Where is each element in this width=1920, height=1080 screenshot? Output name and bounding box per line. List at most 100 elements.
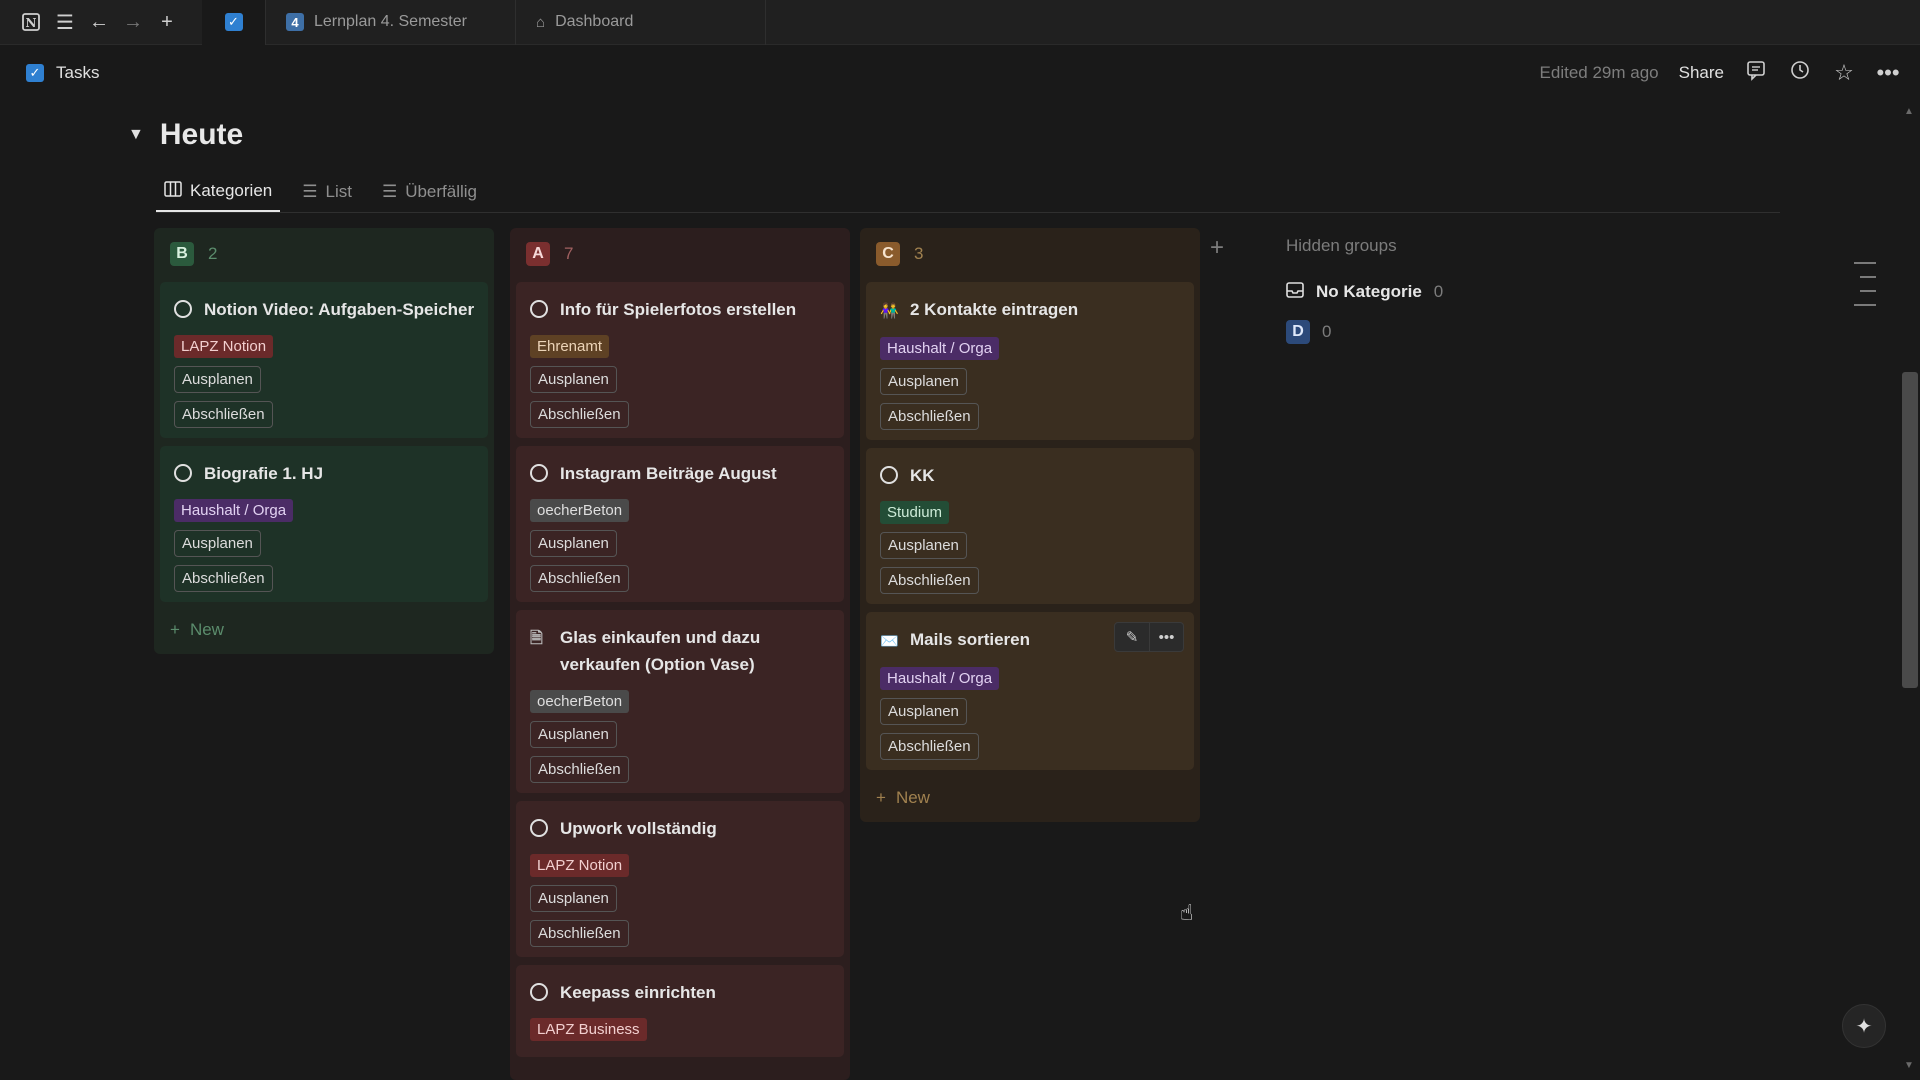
task-card[interactable]: Notion Video: Aufgaben-Speicher LAPZ Not… xyxy=(160,282,488,438)
new-card-button[interactable]: + New xyxy=(866,784,1194,812)
abschliessen-button[interactable]: Abschließen xyxy=(530,756,629,783)
group-badge: D xyxy=(1286,320,1310,344)
view-tabs: Kategorien ☰ List ☰ Überfällig xyxy=(156,172,485,212)
forward-arrow-icon[interactable]: → xyxy=(118,7,148,37)
top-bar: ✓ Tasks Edited 29m ago Share ☆ ••• xyxy=(0,46,1920,100)
section-heading[interactable]: ▼ Heute xyxy=(128,118,243,152)
tab-ueberfaellig[interactable]: ☰ Überfällig xyxy=(374,172,485,212)
share-button[interactable]: Share xyxy=(1679,63,1724,83)
list-icon: ☰ xyxy=(381,182,398,201)
group-count: 2 xyxy=(208,244,218,263)
ausplanen-button[interactable]: Ausplanen xyxy=(530,721,617,748)
ausplanen-button[interactable]: Ausplanen xyxy=(174,366,261,393)
column-header[interactable]: A 7 xyxy=(516,234,844,274)
tab-tasks[interactable]: ✓ xyxy=(202,0,266,45)
menu-icon[interactable]: ☰ xyxy=(50,7,80,37)
hand-cursor-icon: ☝ xyxy=(1180,900,1194,925)
star-icon[interactable]: ☆ xyxy=(1832,60,1856,86)
category-tag: Haushalt / Orga xyxy=(880,337,1000,360)
scroll-down-icon[interactable]: ▼ xyxy=(1904,1060,1914,1071)
more-options-icon[interactable]: ••• xyxy=(1876,60,1900,86)
task-card[interactable]: 👫 2 Kontakte eintragen Haushalt / Orga Au… xyxy=(866,282,1194,440)
circle-icon xyxy=(530,464,548,482)
scroll-up-icon[interactable]: ▲ xyxy=(1904,106,1914,117)
card-title: Instagram Beiträge August xyxy=(560,464,777,483)
plus-icon[interactable]: + xyxy=(152,7,182,37)
document-icon: 🗎 xyxy=(530,630,543,647)
back-arrow-icon[interactable]: ← xyxy=(84,7,114,37)
abschliessen-button[interactable]: Abschließen xyxy=(880,403,979,430)
tab-dashboard[interactable]: ⌂ Dashboard xyxy=(516,0,766,45)
tab-kategorien[interactable]: Kategorien xyxy=(156,172,281,212)
card-title: Info für Spielerfotos erstellen xyxy=(560,300,797,319)
abschliessen-button[interactable]: Abschließen xyxy=(530,565,629,592)
abschliessen-button[interactable]: Abschließen xyxy=(530,920,629,947)
group-count: 7 xyxy=(564,244,574,263)
tab-lernplan[interactable]: 4 Lernplan 4. Semester xyxy=(266,0,516,45)
scrollbar[interactable]: ▲ ▼ xyxy=(1900,100,1920,1080)
abschliessen-button[interactable]: Abschließen xyxy=(530,401,629,428)
ausplanen-button[interactable]: Ausplanen xyxy=(530,366,617,393)
list-icon: ☰ xyxy=(302,182,318,201)
scrollbar-thumb[interactable] xyxy=(1902,372,1918,688)
svg-text:N: N xyxy=(26,16,37,30)
hidden-groups: Hidden groups No Kategorie 0 D 0 xyxy=(1286,236,1443,352)
column-header[interactable]: C 3 xyxy=(866,234,1194,274)
card-more-icon[interactable]: ••• xyxy=(1149,623,1183,651)
breadcrumb[interactable]: ✓ Tasks xyxy=(26,63,99,83)
divider xyxy=(156,212,1780,213)
checkbox-icon: ✓ xyxy=(26,64,44,82)
card-title: Mails sortieren xyxy=(910,630,1030,649)
ausplanen-button[interactable]: Ausplanen xyxy=(880,698,967,725)
task-card[interactable]: Keepass einrichten LAPZ Business xyxy=(516,965,844,1057)
category-tag: Studium xyxy=(880,501,950,524)
hidden-group-count: 0 xyxy=(1322,322,1332,341)
ai-sparkle-button[interactable]: ✦ xyxy=(1842,1004,1886,1048)
new-card-button[interactable]: + New xyxy=(160,616,488,644)
task-card[interactable]: Info für Spielerfotos erstellen Ehrenamt… xyxy=(516,282,844,438)
task-card[interactable]: Biografie 1. HJ Haushalt / Orga Ausplane… xyxy=(160,446,488,602)
abschliessen-button[interactable]: Abschließen xyxy=(174,565,273,592)
category-tag: oecherBeton xyxy=(530,690,630,713)
collapse-triangle-icon[interactable]: ▼ xyxy=(128,126,144,144)
history-clock-icon[interactable] xyxy=(1788,59,1812,87)
task-card[interactable]: 🗎 Glas einkaufen und dazu verkaufen (Opti… xyxy=(516,610,844,793)
hidden-group-item[interactable]: D 0 xyxy=(1286,312,1443,352)
ausplanen-button[interactable]: Ausplanen xyxy=(880,368,967,395)
add-group-plus-icon[interactable]: + xyxy=(1210,234,1224,262)
table-of-contents-icon[interactable] xyxy=(1854,262,1876,318)
circle-icon xyxy=(174,300,192,318)
abschliessen-button[interactable]: Abschließen xyxy=(880,733,979,760)
abschliessen-button[interactable]: Abschließen xyxy=(174,401,273,428)
ausplanen-button[interactable]: Ausplanen xyxy=(880,532,967,559)
task-card[interactable]: Instagram Beiträge August oecherBeton Au… xyxy=(516,446,844,602)
category-tag: LAPZ Notion xyxy=(174,335,274,358)
card-title: Biografie 1. HJ xyxy=(204,464,324,483)
column-header[interactable]: B 2 xyxy=(160,234,488,274)
task-card[interactable]: Upwork vollständig LAPZ Notion Ausplanen… xyxy=(516,801,844,957)
inbox-icon xyxy=(1286,281,1304,303)
tab-bar: N ☰ ← → + ✓ 4 Lernplan 4. Semester ⌂ Das… xyxy=(0,0,1920,45)
task-card[interactable]: KK Studium Ausplanen Abschließen xyxy=(866,448,1194,604)
card-toolbar: ✎ ••• xyxy=(1114,622,1184,652)
category-tag: Haushalt / Orga xyxy=(880,667,1000,690)
circle-icon xyxy=(174,464,192,482)
new-label: New xyxy=(895,788,930,807)
ausplanen-button[interactable]: Ausplanen xyxy=(530,530,617,557)
board-column-c: C 3 👫 2 Kontakte eintragen Haushalt / Org… xyxy=(860,228,1200,822)
ausplanen-button[interactable]: Ausplanen xyxy=(174,530,261,557)
tab-list[interactable]: ☰ List xyxy=(294,172,360,212)
ausplanen-button[interactable]: Ausplanen xyxy=(530,885,617,912)
task-card[interactable]: ✎ ••• ✉️ Mails sortieren Haushalt / Orga … xyxy=(866,612,1194,770)
edit-pencil-icon[interactable]: ✎ xyxy=(1115,623,1149,651)
category-tag: oecherBeton xyxy=(530,499,630,522)
group-badge: A xyxy=(526,242,550,266)
section-title: Heute xyxy=(159,118,244,151)
abschliessen-button[interactable]: Abschließen xyxy=(880,567,979,594)
hidden-group-item[interactable]: No Kategorie 0 xyxy=(1286,272,1443,312)
category-tag: Ehrenamt xyxy=(530,335,610,358)
comment-icon[interactable] xyxy=(1744,59,1768,87)
board-column-a: A 7 Info für Spielerfotos erstellen Ehre… xyxy=(510,228,850,1080)
tab-label: List xyxy=(325,182,352,201)
notion-logo-icon[interactable]: N xyxy=(16,7,46,37)
